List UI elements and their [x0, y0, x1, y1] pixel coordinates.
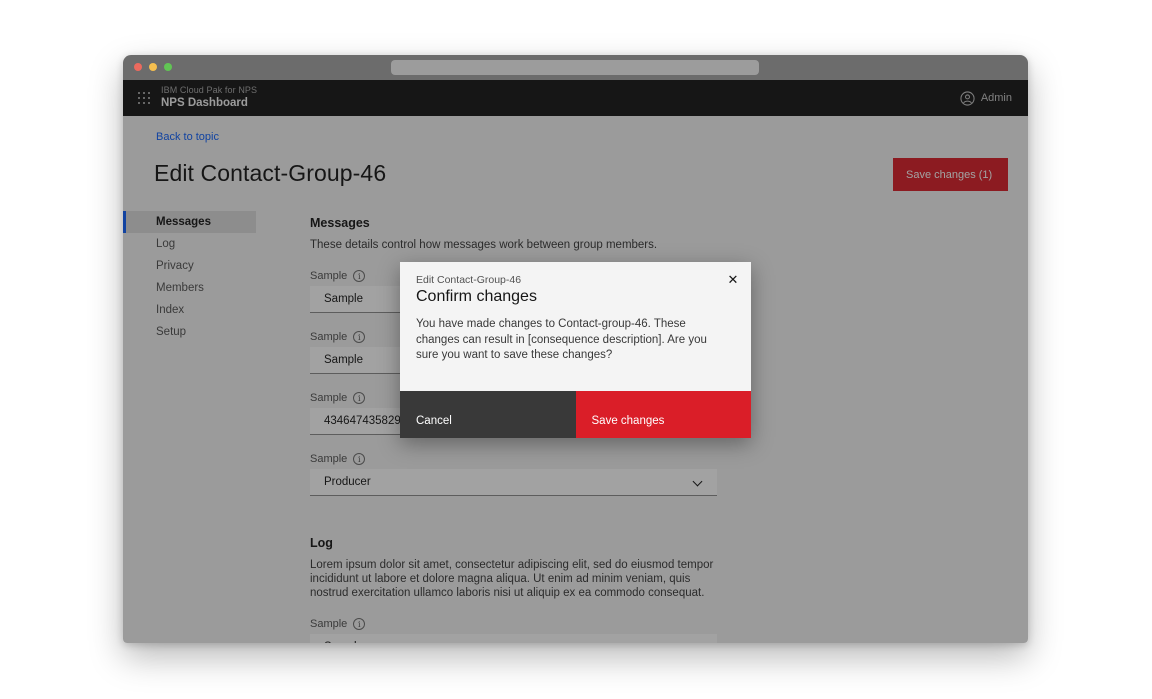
- modal-context-label: Edit Contact-Group-46: [416, 274, 521, 286]
- modal-footer: Cancel Save changes: [400, 391, 751, 438]
- cancel-button[interactable]: Cancel: [400, 391, 576, 438]
- close-icon[interactable]: ✕: [719, 266, 747, 294]
- modal-save-changes-button[interactable]: Save changes: [576, 391, 752, 438]
- traffic-lights: [134, 63, 172, 71]
- modal-body-text: You have made changes to Contact-group-4…: [416, 317, 728, 364]
- maximize-window-icon[interactable]: [164, 63, 172, 71]
- minimize-window-icon[interactable]: [149, 63, 157, 71]
- browser-window: IBM Cloud Pak for NPS NPS Dashboard Admi…: [123, 55, 1028, 643]
- browser-chrome: [123, 55, 1028, 80]
- modal-heading: Confirm changes: [416, 288, 537, 306]
- close-window-icon[interactable]: [134, 63, 142, 71]
- address-bar[interactable]: [391, 60, 759, 75]
- confirm-changes-modal: Edit Contact-Group-46 Confirm changes ✕ …: [400, 262, 751, 438]
